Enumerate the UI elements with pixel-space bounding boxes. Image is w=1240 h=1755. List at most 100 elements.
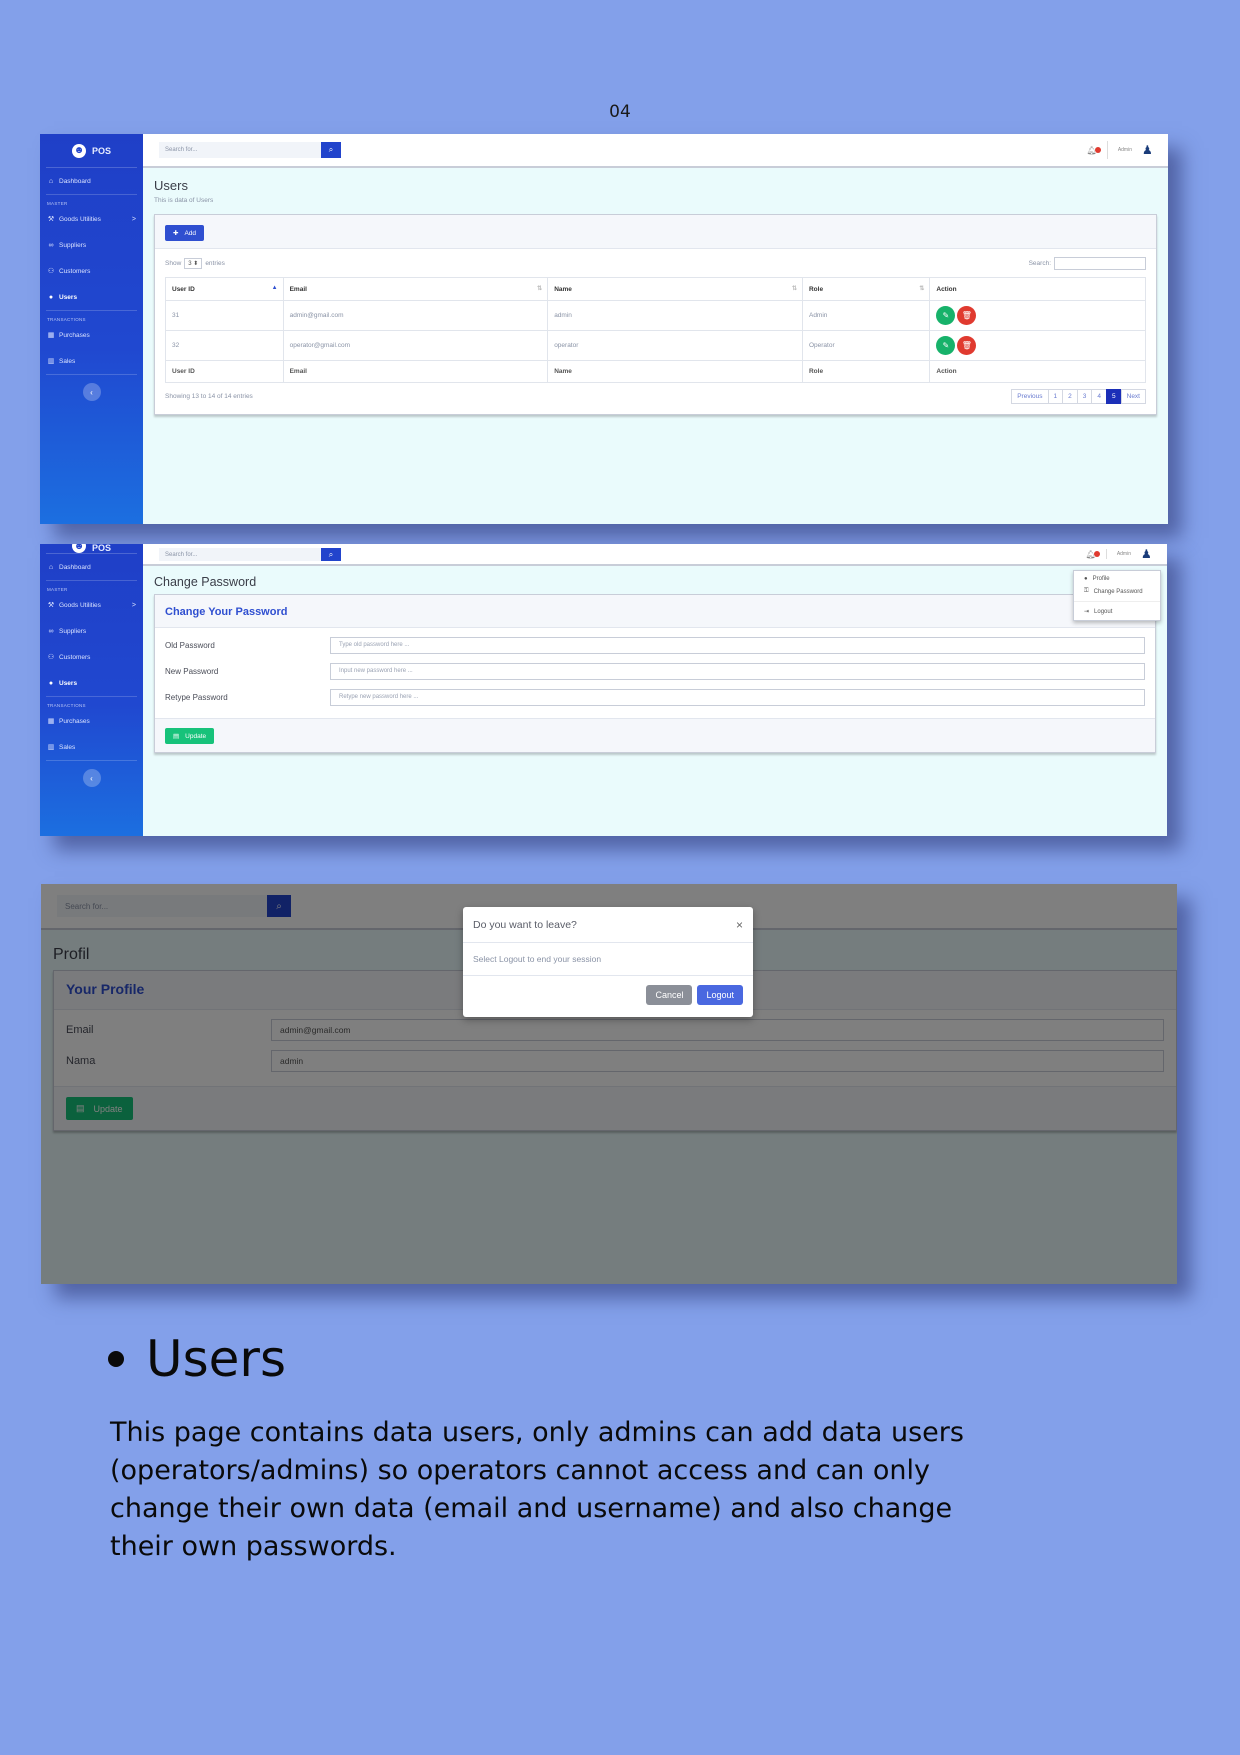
page-next[interactable]: Next [1120, 389, 1146, 404]
update-label: Update [185, 732, 207, 740]
sidebar-item-goods-utilities[interactable]: ⚒ Goods Utilities > [40, 206, 143, 232]
sort-icon: ⇅ [791, 286, 797, 292]
page-4[interactable]: 4 [1091, 389, 1107, 404]
section-heading: Users [108, 1330, 286, 1388]
notification-icon[interactable]: 🔔︎ [1087, 146, 1101, 155]
entries-value: 3 [188, 261, 192, 267]
key-icon: ⚿ [1084, 588, 1089, 594]
page-2[interactable]: 2 [1062, 389, 1078, 404]
column-header-action: Action [929, 277, 1146, 301]
search-button[interactable]: ⌕ [321, 142, 341, 158]
column-header-user-id[interactable]: User ID ▲ [165, 277, 284, 301]
sidebar-item-goods-utilities[interactable]: ⚒ Goods Utilities > [40, 592, 143, 618]
app-window: ☻ POS ⌂ Dashboard MASTER ⚒ Goods Utilities… [40, 134, 1168, 524]
logout-modal: Do you want to leave? × Select Logout to… [463, 907, 753, 1017]
brand[interactable]: ☻ POS [46, 544, 137, 554]
sidebar-item-suppliers[interactable]: ∞ Suppliers [40, 618, 143, 644]
cell-action: ✎ 🗑︎ [929, 300, 1146, 331]
save-icon: ▤ [173, 733, 180, 740]
user-name[interactable]: Admin [1117, 551, 1131, 557]
sidebar-item-label: Customers [59, 653, 91, 661]
column-header-role[interactable]: Role ⇅ [801, 277, 931, 301]
delete-button[interactable]: 🗑︎ [957, 336, 977, 355]
notification-icon[interactable]: 🔔︎ [1086, 550, 1100, 559]
page-previous[interactable]: Previous [1011, 389, 1049, 404]
avatar[interactable]: ♟ [1141, 547, 1153, 561]
show-label: Show [165, 260, 182, 267]
edit-button[interactable]: ✎ [936, 336, 956, 355]
page-1[interactable]: 1 [1047, 389, 1064, 404]
menu-item-logout[interactable]: ⇥ Logout [1074, 605, 1160, 618]
add-user-button[interactable]: ✚ Add [165, 225, 205, 241]
retype-password-row: Retype Password Retype new password here… [155, 684, 1155, 710]
user-name[interactable]: Admin [1118, 147, 1132, 153]
cell-email: admin@gmail.com [282, 300, 549, 331]
sidebar-item-suppliers[interactable]: ∞ Suppliers [40, 232, 143, 258]
sidebar-item-sales[interactable]: ▥ Sales [40, 734, 143, 760]
pagination: Previous 1 2 3 4 5 Next [1011, 389, 1146, 404]
page-3[interactable]: 3 [1076, 389, 1093, 404]
sidebar-item-label: Sales [59, 357, 76, 365]
logout-button[interactable]: Logout [697, 985, 743, 1005]
sidebar-item-purchases[interactable]: ▦ Purchases [40, 322, 143, 348]
table-search-input[interactable] [1054, 257, 1146, 270]
table-search-label: Search: [1028, 260, 1051, 267]
sidebar-item-label: Users [59, 679, 78, 687]
sort-icon: ⇅ [919, 286, 925, 292]
sidebar-item-users[interactable]: ● Users [40, 670, 143, 696]
pencil-icon: ✎ [942, 341, 950, 350]
new-password-row: New Password Input new password here ... [155, 658, 1155, 684]
sidebar: ☻ POS ⌂ Dashboard MASTER ⚒ Goods Utilities… [40, 134, 143, 524]
old-password-field[interactable]: Type old password here ... [330, 636, 1145, 654]
menu-item-profile[interactable]: ● Profile [1074, 573, 1160, 585]
wrench-icon: ⚒ [47, 216, 55, 223]
users-content: Users This is data of Users ✚ Add Show 3 … [143, 168, 1168, 524]
table-info: Showing 13 to 14 of 14 entries [165, 393, 253, 400]
sidebar-item-dashboard[interactable]: ⌂ Dashboard [40, 554, 143, 580]
profile-logout-screenshot: Search for... ⌕ Profil Your Profile Emai… [41, 884, 1177, 1284]
search-input[interactable]: Search for... [159, 548, 321, 561]
sidebar-item-users[interactable]: ● Users [40, 284, 143, 310]
update-button[interactable]: ▤ Update [165, 728, 215, 744]
sidebar-item-customers[interactable]: ⚇ Customers [40, 644, 143, 670]
sidebar-toggle-button[interactable]: ‹ [82, 769, 101, 787]
search-input[interactable]: Search for... [159, 142, 321, 158]
sidebar-item-purchases[interactable]: ▦ Purchases [40, 708, 143, 734]
sidebar-item-sales[interactable]: ▥ Sales [40, 348, 143, 374]
sidebar: ☻ POS ⌂ Dashboard MASTER ⚒ Goods Utilities… [40, 544, 143, 836]
sidebar-section-transactions: TRANSACTIONS [47, 703, 86, 708]
trash-icon: 🗑︎ [961, 341, 972, 350]
cancel-button[interactable]: Cancel [646, 985, 693, 1005]
chevron-left-icon: ‹ [90, 387, 93, 397]
group-icon: ⚇ [47, 268, 55, 275]
group-icon: ⚇ [47, 654, 55, 661]
retype-password-field[interactable]: Retype new password here ... [330, 688, 1145, 706]
sidebar-item-dashboard[interactable]: ⌂ Dashboard [40, 168, 143, 194]
menu-item-change-password[interactable]: ⚿ Change Password [1074, 585, 1160, 598]
column-header-name[interactable]: Name ⇅ [547, 277, 803, 301]
cell-role: Operator [801, 330, 931, 361]
app-window: ☻ POS ⌂ Dashboard MASTER ⚒ Goods Utilities… [40, 544, 1167, 836]
user-dropdown-menu: ● Profile ⚿ Change Password ⇥ Logout [1073, 570, 1161, 621]
entries-select[interactable]: 3 ⬍ [184, 258, 203, 269]
section-description: This page contains data users, only admi… [110, 1417, 964, 1562]
sidebar-toggle-button[interactable]: ‹ [82, 383, 101, 401]
retype-password-label: Retype Password [165, 692, 228, 702]
search-button[interactable]: ⌕ [321, 548, 341, 561]
topbar: Search for... ⌕ 🔔︎ Admin ♟ [143, 134, 1168, 168]
delete-button[interactable]: 🗑︎ [957, 306, 977, 325]
column-header-email[interactable]: Email ⇅ [282, 277, 549, 301]
notification-badge [1094, 146, 1101, 153]
edit-button[interactable]: ✎ [936, 306, 956, 325]
entries-label: entries [205, 260, 225, 267]
user-icon: ● [48, 679, 54, 687]
brand[interactable]: ☻ POS [46, 134, 137, 168]
sidebar-item-customers[interactable]: ⚇ Customers [40, 258, 143, 284]
new-password-field[interactable]: Input new password here ... [330, 662, 1145, 680]
avatar[interactable]: ♟ [1142, 143, 1154, 157]
cell-name: admin [547, 300, 803, 331]
cell-name: operator [547, 330, 803, 361]
page-5[interactable]: 5 [1106, 389, 1122, 404]
close-icon[interactable]: × [736, 918, 743, 932]
sort-icon: ⇅ [537, 286, 543, 292]
